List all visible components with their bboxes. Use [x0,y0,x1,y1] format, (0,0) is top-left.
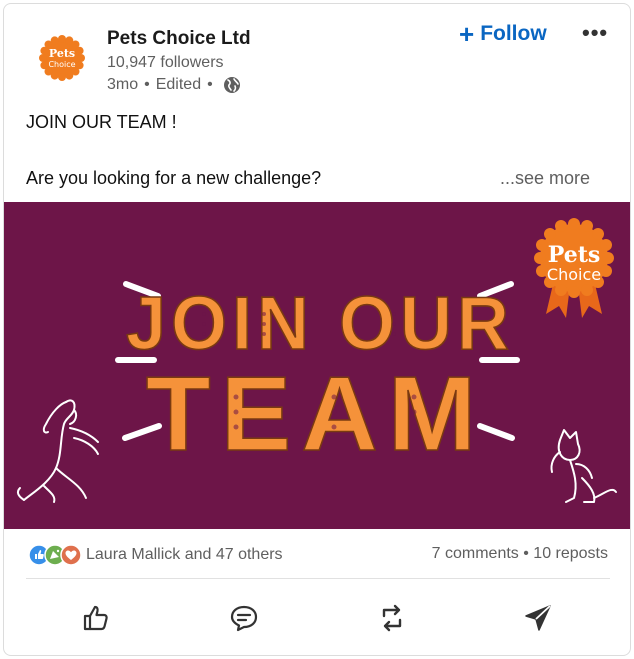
company-name[interactable]: Pets Choice Ltd [107,28,251,50]
edited-label: Edited [155,76,202,93]
banner-logo-choice: Choice [547,265,601,284]
repost-button[interactable] [372,600,412,636]
comment-button[interactable] [224,600,264,636]
post-text-line-1: JOIN OUR TEAM ! [26,112,177,132]
banner-headline-1: JOIN OUR [126,280,514,365]
post-meta: 3mo • Edited • [107,76,241,94]
repost-icon [382,604,402,632]
comment-icon [230,605,258,632]
post-text-line-2: Are you looking for a new challenge? [26,168,322,188]
meta-separator: • [207,76,213,93]
logo-text-pets: Pets [49,47,75,60]
banner-graphic: JOIN OUR TEAM Pets Choice [16,218,617,503]
followers-count: 10,947 followers [107,54,224,71]
post-card: Pets Choice Pets Choice Ltd 10,947 follo… [3,3,631,656]
banner-logo: Pets Choice [534,218,614,318]
follow-button[interactable]: + Follow [459,21,547,47]
cat-illustration [550,429,617,503]
more-options-button[interactable]: ••• [582,20,608,46]
like-button[interactable] [76,600,116,636]
dog-illustration [16,399,99,503]
send-button[interactable] [518,600,558,636]
company-logo[interactable]: Pets Choice [38,34,86,82]
post-time: 3mo [107,76,139,93]
follow-label: Follow [480,22,547,45]
reaction-icons [28,544,82,566]
reactions-summary[interactable]: Laura Mallick and 47 others [28,544,283,566]
send-icon [525,605,551,631]
divider [26,578,610,579]
globe-icon [223,77,240,93]
post-image[interactable]: JOIN OUR TEAM Pets Choice [4,202,630,529]
reacted-by-text[interactable]: Laura Mallick and 47 others [86,546,283,564]
like-icon [83,605,108,631]
logo-text-choice: Choice [48,60,75,69]
meta-separator: • [144,76,150,93]
banner-headline-2: TEAM [146,355,486,473]
see-more-link[interactable]: ...see more [500,168,590,189]
love-reaction-icon [60,544,82,566]
comments-reposts-count[interactable]: 7 comments • 10 reposts [432,545,608,563]
plus-icon: + [459,19,475,49]
